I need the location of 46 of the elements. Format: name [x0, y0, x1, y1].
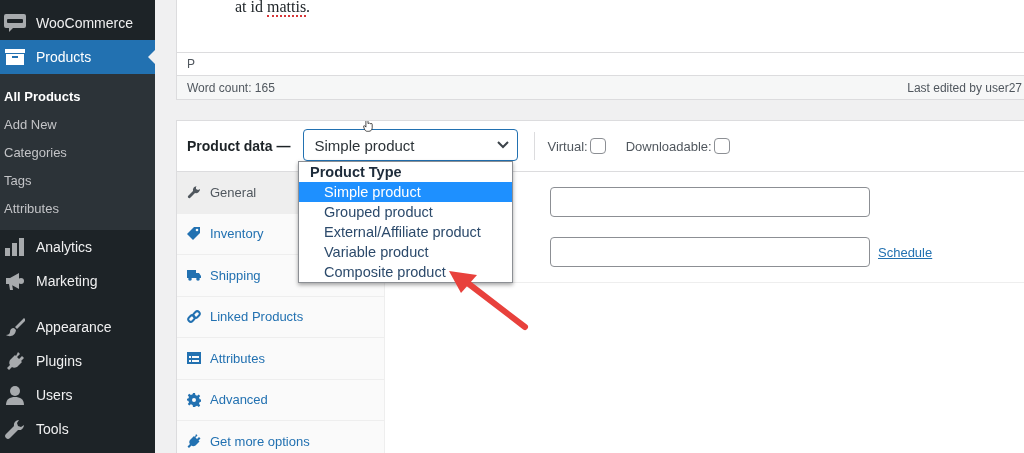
checkbox-label: Downloadable: — [625, 138, 712, 154]
gear-icon — [187, 392, 201, 407]
element-path: P — [187, 57, 195, 71]
schedule-link[interactable]: Schedule — [878, 244, 933, 260]
plug-icon — [5, 351, 25, 371]
price-input-field[interactable] — [550, 187, 870, 217]
menu-item[interactable]: Marketing — [0, 264, 155, 298]
archive-box-icon — [5, 48, 25, 66]
menu-item[interactable]: WooCommerce — [0, 6, 155, 40]
tag-icon — [187, 226, 201, 241]
user-icon — [5, 385, 25, 405]
list-icon — [187, 351, 201, 366]
submenu-item[interactable]: Tags — [0, 166, 155, 194]
checkbox[interactable] — [589, 138, 606, 154]
submenu-item[interactable]: Add New — [0, 110, 155, 138]
wrench-icon — [5, 419, 25, 439]
checkbox-label: Virtual: — [547, 138, 588, 154]
product-type-select[interactable]: Simple product — [303, 129, 519, 161]
wrench-icon — [187, 185, 201, 200]
tab[interactable]: Linked Products — [177, 296, 384, 338]
word-count: Word count: 165 — [187, 80, 275, 95]
tab[interactable]: Advanced — [177, 379, 384, 421]
last-edited-text: Last edited by user27 — [907, 80, 1022, 95]
tab[interactable]: Get more options — [177, 421, 384, 453]
bar-chart-icon — [5, 238, 25, 256]
menu-item[interactable]: Tools — [0, 412, 155, 446]
submenu-item[interactable]: Attributes — [0, 194, 155, 222]
submenu-item[interactable]: All Products — [0, 82, 155, 110]
submenu-item[interactable]: Categories — [0, 138, 155, 166]
link-icon — [187, 309, 201, 324]
menu-item[interactable]: Products — [0, 40, 155, 74]
section-title: Product data — — [187, 138, 291, 154]
body-text: at id mattis. — [235, 0, 311, 17]
menu-item[interactable]: Plugins — [0, 344, 155, 378]
price-input-field[interactable] — [550, 237, 870, 267]
truck-icon — [187, 268, 201, 283]
woo-logo-icon — [4, 14, 26, 32]
tab[interactable]: Attributes — [177, 338, 384, 380]
checkbox[interactable] — [713, 138, 730, 154]
menu-item[interactable]: Analytics — [0, 230, 155, 264]
menu-item[interactable]: Appearance — [0, 310, 155, 344]
megaphone-icon — [5, 271, 25, 291]
chevron-down-icon — [497, 141, 510, 149]
plug-icon — [187, 434, 201, 449]
menu-item[interactable]: Users — [0, 378, 155, 412]
paintbrush-icon — [5, 317, 25, 337]
